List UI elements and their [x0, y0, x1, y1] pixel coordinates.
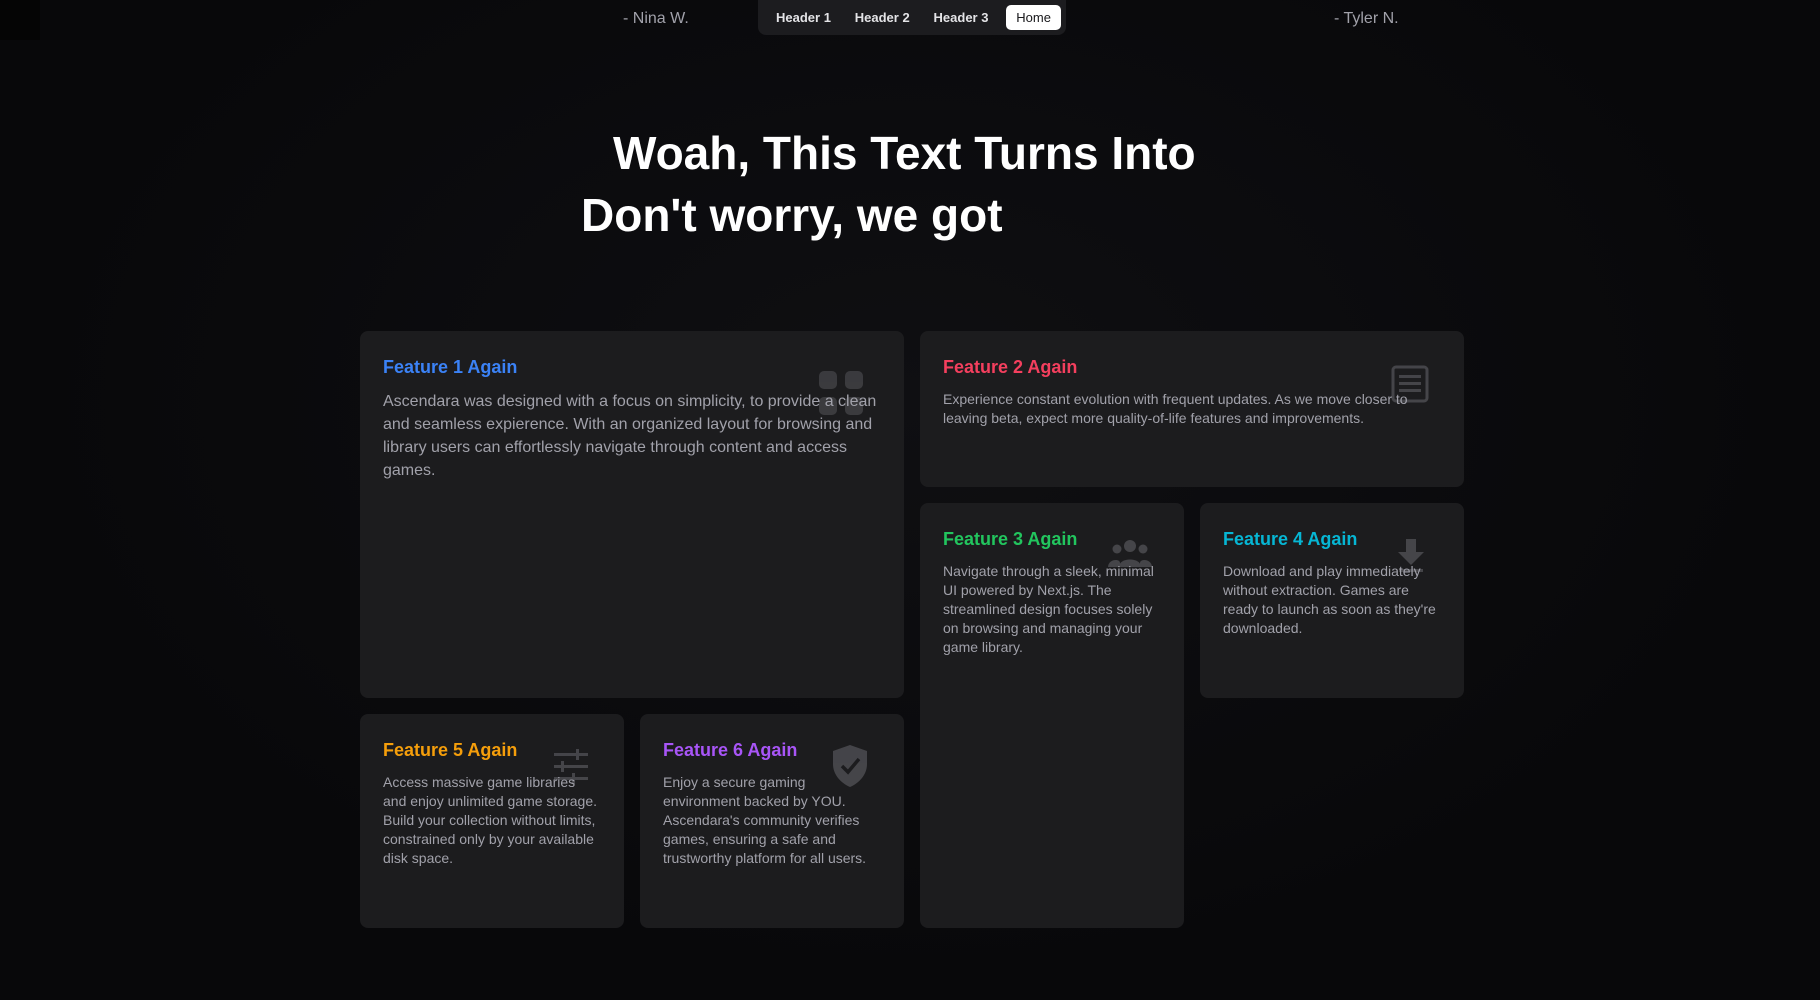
feature-card-1: Feature 1 Again Ascendara was designed w…	[360, 331, 904, 698]
feature-description: Download and play immediately without ex…	[1223, 563, 1436, 636]
feature-title: Feature 1 Again	[383, 357, 518, 377]
corner-artifact	[0, 0, 40, 40]
feature-title: Feature 2 Again	[943, 357, 1078, 377]
nav-item-header-3[interactable]: Header 3	[928, 6, 995, 29]
feature-card-3: Feature 3 Again Navigate through a sleek…	[920, 503, 1184, 928]
feature-card-6: Feature 6 Again Enjoy a secure gaming en…	[640, 714, 904, 928]
top-nav: Header 1 Header 2 Header 3 Home	[758, 0, 1066, 35]
nav-item-header-2[interactable]: Header 2	[849, 6, 916, 29]
hero-heading-line-1: Woah, This Text Turns Into	[613, 127, 1196, 179]
testimonial-author-right: - Tyler N.	[1334, 10, 1399, 27]
feature-card-4: Feature 4 Again Download and play immedi…	[1200, 503, 1464, 698]
feature-description: Navigate through a sleek, minimal UI pow…	[943, 563, 1154, 655]
feature-description: Access massive game libraries and enjoy …	[383, 774, 598, 866]
hero-heading-line-2: Don't worry, we got	[581, 189, 1003, 241]
nav-item-header-1[interactable]: Header 1	[770, 6, 837, 29]
nav-item-home[interactable]: Home	[1006, 5, 1061, 30]
feature-description: Ascendara was designed with a focus on s…	[383, 393, 877, 479]
testimonial-author-left: - Nina W.	[623, 10, 689, 27]
feature-description: Experience constant evolution with frequ…	[943, 391, 1408, 426]
feature-card-5: Feature 5 Again Access massive game libr…	[360, 714, 624, 928]
feature-description: Enjoy a secure gaming environment backed…	[663, 774, 867, 866]
feature-card-2: Feature 2 Again Experience constant evol…	[920, 331, 1464, 487]
